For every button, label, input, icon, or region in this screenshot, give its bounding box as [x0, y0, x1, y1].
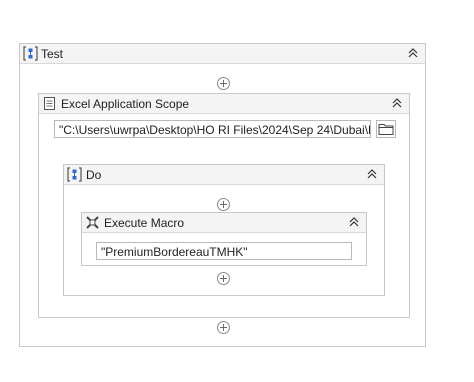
execute-macro-activity[interactable]: Execute Macro "PremiumBordereauTMHK" — [81, 212, 367, 266]
do-block-header[interactable]: Do — [64, 165, 384, 185]
folder-icon — [378, 124, 394, 135]
execute-macro-header[interactable]: Execute Macro — [82, 213, 366, 233]
macro-name-input[interactable]: "PremiumBordereauTMHK" — [96, 242, 352, 260]
execute-macro-icon — [86, 216, 99, 229]
execute-macro-title: Execute Macro — [104, 216, 185, 230]
excel-scope-header[interactable]: Excel Application Scope — [39, 94, 409, 114]
add-activity-button[interactable] — [217, 272, 230, 285]
excel-scope-title: Excel Application Scope — [61, 97, 190, 111]
collapse-icon[interactable] — [346, 214, 362, 230]
add-activity-button[interactable] — [217, 198, 230, 211]
collapse-icon[interactable] — [389, 95, 405, 111]
excel-scope-icon — [44, 97, 55, 110]
add-activity-button[interactable] — [217, 321, 230, 334]
sequence-icon — [23, 46, 38, 61]
sequence-icon — [67, 167, 82, 182]
add-activity-button[interactable] — [217, 77, 230, 90]
workbook-path-input[interactable]: "C:\Users\uwrpa\Desktop\HO RI Files\2024… — [54, 120, 371, 138]
do-block[interactable]: Do Execute Macro "PremiumBordereauTMHK" — [63, 164, 385, 296]
sequence-test-title: Test — [41, 47, 64, 61]
browse-folder-button[interactable] — [376, 120, 396, 138]
sequence-test-header[interactable]: Test — [20, 44, 425, 64]
do-block-title: Do — [86, 168, 102, 182]
collapse-icon[interactable] — [364, 166, 380, 182]
collapse-icon[interactable] — [405, 45, 421, 61]
excel-application-scope[interactable]: Excel Application Scope "C:\Users\uwrpa\… — [38, 93, 410, 318]
sequence-test[interactable]: Test Excel Application Scope "C:\Users\u… — [19, 43, 426, 347]
